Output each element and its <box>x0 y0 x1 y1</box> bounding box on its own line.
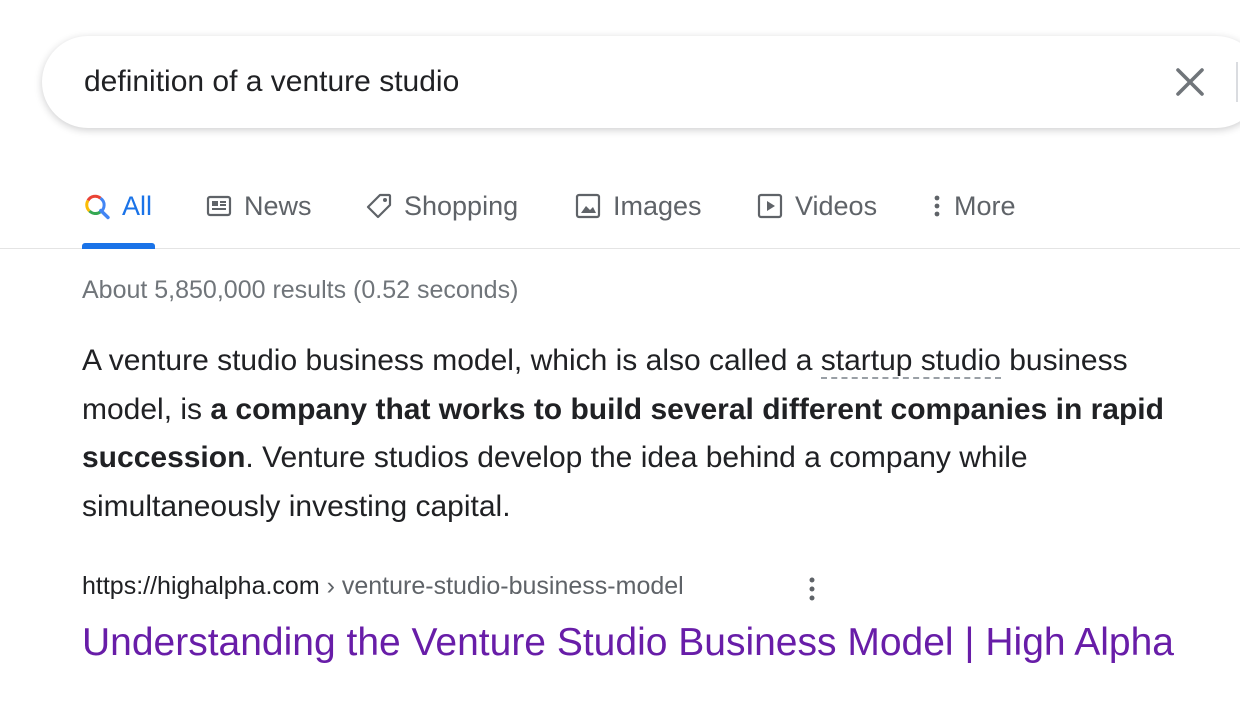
tab-more-label: More <box>954 190 1016 221</box>
tab-images[interactable]: Images <box>573 186 702 226</box>
search-tabs: All News Shopping Images Videos More <box>0 170 1240 249</box>
newspaper-icon <box>204 191 234 221</box>
result-domain: https://highalpha.com <box>82 572 320 600</box>
search-box-divider <box>1236 62 1238 102</box>
result-breadcrumb-path: › venture-studio-business-model <box>319 572 684 600</box>
search-results-page: All News Shopping <box>0 0 1240 710</box>
clear-search-button[interactable] <box>1168 60 1212 104</box>
tab-news-label: News <box>244 190 312 221</box>
result-options-button[interactable] <box>798 573 826 605</box>
search-input[interactable] <box>84 58 1144 106</box>
tab-all-label: All <box>122 190 153 221</box>
tab-news[interactable]: News <box>204 186 312 226</box>
result-stats: About 5,850,000 results (0.52 seconds) <box>82 276 519 304</box>
tab-videos[interactable]: Videos <box>755 186 877 226</box>
tab-all[interactable]: All <box>82 186 152 226</box>
image-icon <box>573 191 603 221</box>
more-vert-icon <box>809 577 815 601</box>
more-vert-icon <box>926 191 944 221</box>
result-citation: https://highalpha.com › venture-studio-b… <box>82 572 684 601</box>
tab-images-label: Images <box>613 190 702 221</box>
search-multicolor-icon <box>82 191 112 221</box>
tab-more[interactable]: More <box>926 186 1016 226</box>
active-tab-indicator <box>82 243 155 249</box>
tag-icon <box>364 191 394 221</box>
play-box-icon <box>755 191 785 221</box>
featured-snippet: A venture studio business model, which i… <box>82 337 1212 531</box>
result-title-link[interactable]: Understanding the Venture Studio Busines… <box>82 621 1174 665</box>
tab-shopping[interactable]: Shopping <box>364 186 518 226</box>
snippet-term-link[interactable]: startup studio <box>820 344 1001 379</box>
close-icon <box>1176 68 1204 96</box>
tab-videos-label: Videos <box>795 190 878 221</box>
snippet-text-1: A venture studio business model, which i… <box>82 344 821 377</box>
tab-shopping-label: Shopping <box>404 190 519 221</box>
